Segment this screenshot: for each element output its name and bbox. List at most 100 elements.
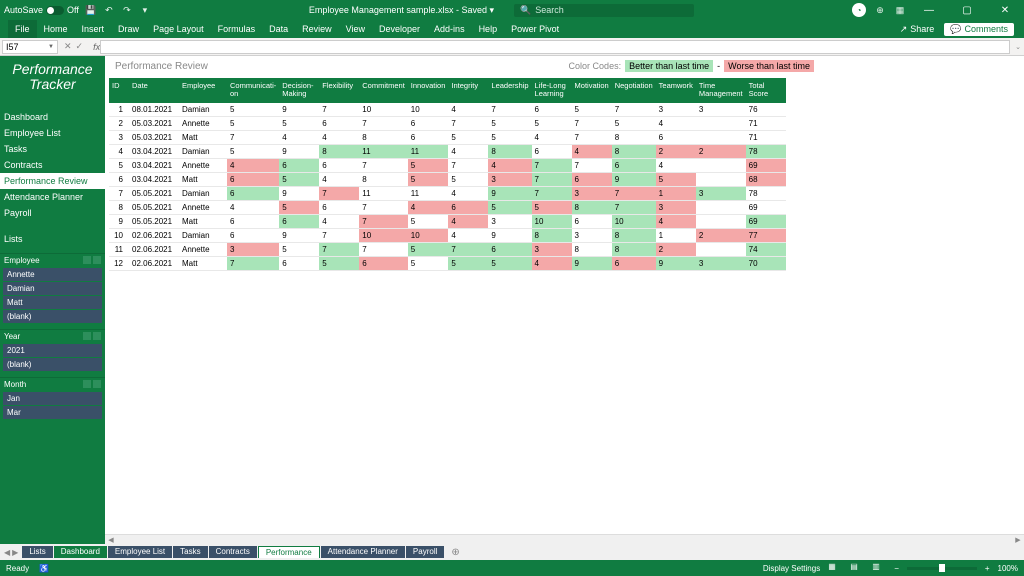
- column-header[interactable]: Total Score: [746, 78, 786, 103]
- comments-button[interactable]: 💬 Comments: [944, 23, 1014, 36]
- score-cell[interactable]: 6: [408, 131, 449, 145]
- score-cell[interactable]: 8: [359, 173, 408, 187]
- slicer-item[interactable]: Matt: [3, 296, 102, 309]
- cell[interactable]: Matt: [179, 173, 227, 187]
- name-box[interactable]: I57 ▼: [2, 40, 58, 54]
- score-cell[interactable]: 9: [279, 103, 319, 117]
- score-cell[interactable]: 5: [279, 173, 319, 187]
- table-row[interactable]: 1202.06.2021Matt76565554969370: [109, 257, 786, 271]
- ribbon-tab-draw[interactable]: Draw: [111, 20, 146, 38]
- score-cell[interactable]: 9: [488, 229, 531, 243]
- score-cell[interactable]: 6: [656, 131, 696, 145]
- score-cell[interactable]: 4: [488, 159, 531, 173]
- fx-icon[interactable]: fx: [89, 42, 100, 52]
- expand-formula-bar-icon[interactable]: ⌄: [1012, 43, 1024, 51]
- score-cell[interactable]: 5: [227, 145, 279, 159]
- slicer-clear-icon[interactable]: [93, 380, 101, 388]
- score-cell[interactable]: 9: [279, 187, 319, 201]
- search-box[interactable]: 🔍: [514, 4, 694, 17]
- table-row[interactable]: 1102.06.2021Annette3577576388274: [109, 243, 786, 257]
- cell[interactable]: Damian: [179, 103, 227, 117]
- slicer-item[interactable]: 2021: [3, 344, 102, 357]
- column-header[interactable]: Employee: [179, 78, 227, 103]
- score-cell[interactable]: 10: [359, 229, 408, 243]
- autosave-toggle[interactable]: AutoSave Off: [4, 5, 79, 15]
- score-cell[interactable]: 4: [448, 215, 488, 229]
- score-cell[interactable]: 8: [319, 145, 359, 159]
- score-cell[interactable]: 5: [572, 103, 612, 117]
- score-cell[interactable]: 6: [279, 257, 319, 271]
- score-cell[interactable]: 10: [408, 103, 449, 117]
- score-cell[interactable]: 9: [279, 229, 319, 243]
- table-row[interactable]: 1002.06.2021Damian6971010498381277: [109, 229, 786, 243]
- score-cell[interactable]: 4: [656, 215, 696, 229]
- score-cell[interactable]: 5: [408, 159, 449, 173]
- score-cell[interactable]: 7: [532, 173, 572, 187]
- score-cell[interactable]: 6: [279, 159, 319, 173]
- scroll-left-icon[interactable]: ◀: [105, 536, 117, 544]
- score-cell[interactable]: 3: [488, 173, 531, 187]
- score-cell[interactable]: [696, 131, 746, 145]
- table-row[interactable]: 603.04.2021Matt6548553769568: [109, 173, 786, 187]
- score-cell[interactable]: [696, 159, 746, 173]
- qat-more-icon[interactable]: ▾: [139, 4, 151, 16]
- slicer-multi-icon[interactable]: [83, 256, 91, 264]
- cell[interactable]: Matt: [179, 215, 227, 229]
- score-cell[interactable]: 5: [612, 117, 656, 131]
- score-cell[interactable]: 9: [488, 187, 531, 201]
- scroll-right-icon[interactable]: ▶: [1012, 536, 1024, 544]
- score-cell[interactable]: 2: [656, 243, 696, 257]
- accept-formula-icon[interactable]: ✓: [76, 41, 84, 52]
- cell[interactable]: 1: [109, 103, 129, 117]
- column-header[interactable]: Decision-Making: [279, 78, 319, 103]
- score-cell[interactable]: 5: [448, 257, 488, 271]
- search-input[interactable]: [535, 5, 688, 15]
- sidebar-item-attendance-planner[interactable]: Attendance Planner: [0, 189, 105, 205]
- score-cell[interactable]: 1: [656, 229, 696, 243]
- total-cell[interactable]: 71: [746, 131, 786, 145]
- score-cell[interactable]: 2: [656, 145, 696, 159]
- score-cell[interactable]: 7: [612, 201, 656, 215]
- score-cell[interactable]: [696, 117, 746, 131]
- share-button[interactable]: ↗ Share: [900, 24, 935, 35]
- horizontal-scrollbar[interactable]: ◀ ▶: [105, 534, 1024, 544]
- cell[interactable]: Damian: [179, 187, 227, 201]
- cell[interactable]: Annette: [179, 159, 227, 173]
- score-cell[interactable]: 11: [408, 187, 449, 201]
- score-cell[interactable]: 4: [227, 201, 279, 215]
- ribbon-tab-review[interactable]: Review: [295, 20, 339, 38]
- score-cell[interactable]: 6: [532, 145, 572, 159]
- score-cell[interactable]: 5: [227, 117, 279, 131]
- score-cell[interactable]: 9: [279, 145, 319, 159]
- slicer-item[interactable]: (blank): [3, 358, 102, 371]
- sheet-tab-performance[interactable]: Performance: [258, 546, 320, 558]
- score-cell[interactable]: 3: [572, 229, 612, 243]
- table-row[interactable]: 205.03.2021Annette5567675575471: [109, 117, 786, 131]
- normal-view-icon[interactable]: ▦: [828, 562, 842, 574]
- cell[interactable]: 10: [109, 229, 129, 243]
- score-cell[interactable]: 4: [448, 229, 488, 243]
- score-cell[interactable]: 7: [359, 243, 408, 257]
- total-cell[interactable]: 74: [746, 243, 786, 257]
- cell[interactable]: Matt: [179, 131, 227, 145]
- score-cell[interactable]: 6: [319, 159, 359, 173]
- sidebar-item-payroll[interactable]: Payroll: [0, 205, 105, 221]
- grid-scroll[interactable]: IDDateEmployeeCommunicati-onDecision-Mak…: [105, 78, 1024, 534]
- sheet-nav-prev-icon[interactable]: ◀: [4, 548, 10, 557]
- sheet-nav-next-icon[interactable]: ▶: [12, 548, 18, 557]
- cell[interactable]: Damian: [179, 229, 227, 243]
- display-settings-button[interactable]: Display Settings: [763, 564, 820, 573]
- cell[interactable]: Damian: [179, 145, 227, 159]
- slicer-item[interactable]: Damian: [3, 282, 102, 295]
- score-cell[interactable]: 8: [572, 243, 612, 257]
- cell[interactable]: Matt: [179, 257, 227, 271]
- sidebar-item-employee-list[interactable]: Employee List: [0, 125, 105, 141]
- save-icon[interactable]: 💾: [85, 4, 97, 16]
- column-header[interactable]: Teamwork: [656, 78, 696, 103]
- cell[interactable]: 05.05.2021: [129, 215, 179, 229]
- cell[interactable]: 05.05.2021: [129, 187, 179, 201]
- slicer-clear-icon[interactable]: [93, 332, 101, 340]
- cell[interactable]: 08.01.2021: [129, 103, 179, 117]
- score-cell[interactable]: 4: [279, 131, 319, 145]
- score-cell[interactable]: 1: [656, 187, 696, 201]
